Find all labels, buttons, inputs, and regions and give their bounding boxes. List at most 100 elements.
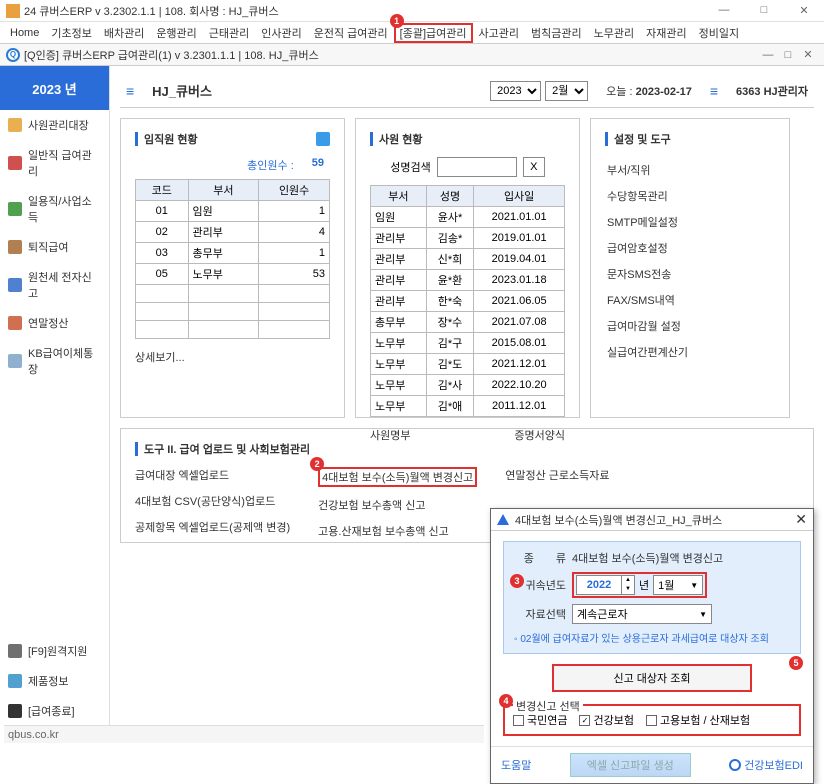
- col-header: 성명: [426, 186, 473, 207]
- window-minimize[interactable]: —: [710, 4, 738, 17]
- menu-사고관리[interactable]: 사고관리: [473, 23, 525, 43]
- table-row[interactable]: 관리부윤*환2023.01.18: [371, 270, 565, 291]
- table-row[interactable]: 관리부신*희2019.04.01: [371, 249, 565, 270]
- table-row[interactable]: 노무부김*도2021.12.01: [371, 354, 565, 375]
- list-icon[interactable]: ≡: [710, 83, 718, 99]
- subwin-maximize[interactable]: □: [778, 49, 798, 61]
- panel-settings: 설정 및 도구 부서/직위수당항목관리SMTP메일설정급여암호설정문자SMS전송…: [590, 118, 790, 418]
- sidebar-label: 연말정산: [28, 315, 68, 331]
- window-close[interactable]: ✕: [790, 4, 818, 17]
- sidebar-item-0[interactable]: 사원관리대장: [0, 110, 109, 140]
- setting-item-2[interactable]: SMTP메일설정: [605, 209, 775, 235]
- col-header: 부서: [188, 180, 259, 201]
- menu-[종괄]급여관리[interactable]: [종괄]급여관리1: [394, 23, 473, 43]
- menu-범칙금관리[interactable]: 범칙금관리: [525, 23, 588, 43]
- excel-export-button[interactable]: 엑셀 신고파일 생성: [570, 753, 691, 777]
- table-row[interactable]: 01임원1: [136, 201, 330, 222]
- menu-기초정보[interactable]: 기초정보: [45, 23, 97, 43]
- detail-link[interactable]: 상세보기...: [135, 349, 185, 365]
- tool-link[interactable]: 4대보험 CSV(공단양식)업로드: [135, 493, 290, 509]
- cert-form-link[interactable]: 증명서양식: [514, 427, 565, 443]
- sidebar-item-4[interactable]: 원천세 전자신고: [0, 262, 109, 308]
- setting-item-4[interactable]: 문자SMS전송: [605, 261, 775, 287]
- table-row[interactable]: 관리부한*숙2021.06.05: [371, 291, 565, 312]
- hamburger-icon[interactable]: ≡: [126, 83, 134, 99]
- sidebar-icon: [8, 118, 22, 132]
- sidebar-bottom-0[interactable]: [F9]원격지원: [0, 636, 109, 666]
- table-row[interactable]: 노무부김*사2022.10.20: [371, 375, 565, 396]
- spin-down[interactable]: ▼: [622, 585, 634, 594]
- table-row[interactable]: 임원윤사*2021.01.01: [371, 207, 565, 228]
- menu-인사관리[interactable]: 인사관리: [255, 23, 307, 43]
- setting-item-3[interactable]: 급여암호설정: [605, 235, 775, 261]
- sidebar-item-3[interactable]: 퇴직급여: [0, 232, 109, 262]
- setting-item-1[interactable]: 수당항목관리: [605, 183, 775, 209]
- clear-search-button[interactable]: X: [523, 157, 545, 177]
- tool-link[interactable]: 급여대장 엑셀업로드: [135, 467, 290, 483]
- tool-link[interactable]: 건강보험 보수총액 신고: [318, 497, 477, 513]
- employee-table: 부서성명입사일임원윤사*2021.01.01관리부김송*2019.01.01관리…: [370, 185, 565, 417]
- sidebar-item-1[interactable]: 일반직 급여관리: [0, 140, 109, 186]
- sidebar-bottom-1[interactable]: 제품정보: [0, 666, 109, 696]
- menu-근태관리[interactable]: 근태관리: [203, 23, 255, 43]
- callout-2: 2: [310, 457, 324, 471]
- table-row: [136, 285, 330, 303]
- edi-link[interactable]: 건강보험EDI: [729, 757, 803, 773]
- menu-운행관리[interactable]: 운행관리: [150, 23, 202, 43]
- year-input[interactable]: [577, 576, 621, 594]
- tool-link[interactable]: 4대보험 보수(소득)월액 변경신고2: [318, 467, 477, 487]
- month-select[interactable]: 2월: [545, 81, 588, 101]
- employee-list-link[interactable]: 사원명부: [370, 427, 410, 443]
- sidebar-bottom-2[interactable]: [급여종료]: [0, 696, 109, 726]
- data-label: 자료선택: [514, 606, 566, 622]
- table-row[interactable]: 관리부김송*2019.01.01: [371, 228, 565, 249]
- sidebar-item-2[interactable]: 일용직/사업소득: [0, 186, 109, 232]
- menu-배차관리[interactable]: 배차관리: [98, 23, 150, 43]
- setting-item-6[interactable]: 급여마감월 설정: [605, 313, 775, 339]
- sidebar-item-6[interactable]: KB급여이체통장: [0, 338, 109, 384]
- help-link[interactable]: 도움말: [501, 757, 531, 773]
- year-unit: 년: [639, 577, 649, 593]
- sidebar-item-5[interactable]: 연말정산: [0, 308, 109, 338]
- callout-5: 5: [789, 656, 803, 670]
- tool-link[interactable]: 공제항목 엑셀업로드(공제액 변경): [135, 519, 290, 535]
- panel-employee-list: 사원 현황 성명검색 X 부서성명입사일임원윤사*2021.01.01관리부김송…: [355, 118, 580, 418]
- dialog-close[interactable]: ✕: [795, 511, 807, 528]
- year-spinner[interactable]: ▲▼: [576, 575, 635, 595]
- status-text: qbus.co.kr: [8, 729, 59, 741]
- data-combo[interactable]: 계속근로자▼: [572, 604, 712, 624]
- sidebar-label: 제품정보: [28, 673, 68, 689]
- table-row[interactable]: 05노무부53: [136, 264, 330, 285]
- table-row[interactable]: 총무부장*수2021.07.08: [371, 312, 565, 333]
- sidebar-year[interactable]: 2023 년: [0, 66, 109, 110]
- table-row[interactable]: 02관리부4: [136, 222, 330, 243]
- window-maximize[interactable]: □: [750, 4, 778, 17]
- dialog-footer: 도움말 엑셀 신고파일 생성 건강보험EDI: [491, 746, 813, 783]
- check-1[interactable]: ✓건강보험: [579, 712, 633, 728]
- refresh-icon[interactable]: [316, 132, 330, 146]
- tool-link[interactable]: 고용.산재보험 보수총액 신고: [318, 523, 477, 539]
- search-input[interactable]: [437, 157, 517, 177]
- sidebar-icon: [8, 354, 22, 368]
- table-row[interactable]: 노무부김*구2015.08.01: [371, 333, 565, 354]
- month-combo[interactable]: 1월▼: [653, 575, 703, 595]
- setting-item-7[interactable]: 실급여간편계산기: [605, 339, 775, 365]
- menu-운전직 급여관리[interactable]: 운전직 급여관리: [308, 23, 394, 43]
- menu-정비일지[interactable]: 정비일지: [693, 23, 745, 43]
- table-row[interactable]: 03총무부1: [136, 243, 330, 264]
- check-0[interactable]: 국민연금: [513, 712, 567, 728]
- tool-link[interactable]: 연말정산 근로소득자료: [505, 467, 609, 483]
- query-targets-button[interactable]: 신고 대상자 조회: [552, 664, 752, 692]
- subwin-minimize[interactable]: —: [758, 49, 778, 61]
- spin-up[interactable]: ▲: [622, 576, 634, 585]
- menu-노무관리[interactable]: 노무관리: [588, 23, 640, 43]
- menu-Home[interactable]: Home: [4, 25, 45, 41]
- today-label: 오늘 : 2023-02-17: [606, 83, 692, 99]
- setting-item-0[interactable]: 부서/직위: [605, 157, 775, 183]
- menu-자재관리[interactable]: 자재관리: [640, 23, 692, 43]
- setting-item-5[interactable]: FAX/SMS내역: [605, 287, 775, 313]
- year-select[interactable]: 2023: [490, 81, 541, 101]
- table-row[interactable]: 노무부김*애2011.12.01: [371, 396, 565, 417]
- check-2[interactable]: 고용보험 / 산재보험: [646, 712, 750, 728]
- subwin-close[interactable]: ✕: [798, 48, 818, 61]
